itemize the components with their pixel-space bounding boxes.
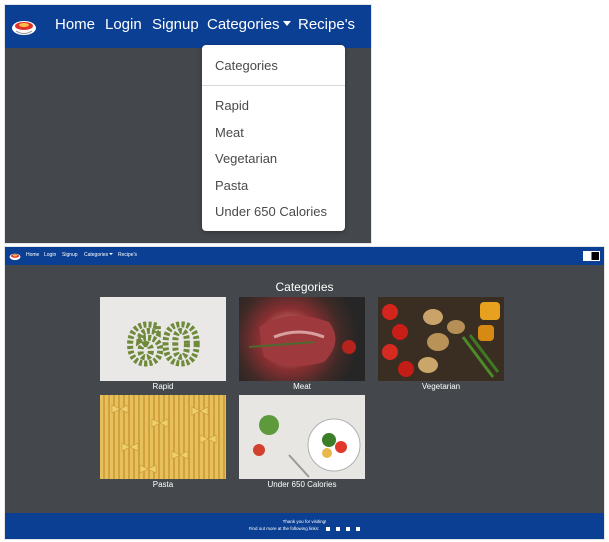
nav-categories-label: Categories (84, 252, 109, 258)
card-label[interactable]: Meat (239, 382, 365, 391)
nav-signup[interactable]: Signup (62, 252, 78, 258)
nav-login[interactable]: Login (105, 16, 142, 33)
navbar: Home Login Signup Categories Recipe's (5, 5, 371, 48)
vegetarian-image[interactable] (378, 297, 504, 381)
caret-down-icon (282, 21, 291, 26)
steak-illustration (248, 315, 356, 366)
nav-home[interactable]: Home (26, 252, 39, 258)
category-card-pasta[interactable]: Pasta (100, 395, 226, 489)
dropdown-divider (202, 85, 345, 86)
zoomed-navbar-view: Home Login Signup Categories Recipe's Ca… (4, 4, 372, 244)
dropdown-item-rapid[interactable]: Rapid (215, 98, 249, 113)
farfalle-illustration (111, 404, 217, 474)
salad-image[interactable] (239, 395, 365, 479)
footer-links-row: Find out more at the following links: (5, 526, 604, 531)
card-label[interactable]: Pasta (100, 480, 226, 489)
meat-image[interactable] (239, 297, 365, 381)
twitter-icon[interactable] (335, 526, 340, 531)
category-card-under-650[interactable]: Under 650 Calories (239, 395, 365, 489)
card-label[interactable]: Vegetarian (378, 382, 504, 391)
pasta-bowl-logo-icon[interactable] (11, 15, 37, 37)
category-card-meat[interactable]: Meat (239, 297, 365, 391)
nav-categories[interactable]: Categories (207, 16, 291, 33)
categories-dropdown: Categories Rapid Meat Vegetarian Pasta U… (202, 45, 345, 231)
rapid-image-text: 60 (127, 316, 199, 376)
salad-bowl-illustration (253, 415, 361, 478)
card-label[interactable]: Rapid (100, 382, 226, 391)
dropdown-item-meat[interactable]: Meat (215, 125, 244, 140)
full-page-view: Home Login Signup Categories Recipe's Ca… (4, 246, 605, 540)
vegetables-illustration (382, 302, 500, 378)
dropdown-item-vegetarian[interactable]: Vegetarian (215, 151, 277, 166)
dropdown-item-pasta[interactable]: Pasta (215, 178, 248, 193)
youtube-icon[interactable] (356, 526, 361, 531)
nav-home[interactable]: Home (55, 16, 95, 33)
nav-login[interactable]: Login (44, 252, 56, 258)
nav-categories-label: Categories (207, 16, 280, 33)
category-card-vegetarian[interactable]: Vegetarian (378, 297, 504, 391)
sixty-herbs-image: 60 (124, 313, 202, 379)
footer: Thank you for visiting! Find out more at… (5, 513, 604, 539)
pasta-bowl-logo-icon[interactable] (9, 251, 21, 261)
navbar-small: Home Login Signup Categories Recipe's (5, 247, 604, 265)
instagram-icon[interactable] (346, 526, 351, 531)
page-title: Categories (275, 280, 334, 294)
nav-recipes[interactable]: Recipe's (298, 16, 355, 33)
card-label[interactable]: Under 650 Calories (239, 480, 365, 489)
footer-find-more: Find out more at the following links: (248, 526, 320, 531)
dropdown-item-under-650[interactable]: Under 650 Calories (215, 204, 327, 219)
nav-categories[interactable]: Categories (84, 252, 114, 258)
dropdown-header[interactable]: Categories (215, 58, 278, 73)
footer-thanks: Thank you for visiting! (282, 519, 327, 524)
nav-recipes[interactable]: Recipe's (118, 252, 137, 258)
nav-signup[interactable]: Signup (152, 16, 199, 33)
category-card-rapid[interactable]: 60 Rapid (100, 297, 226, 391)
theme-toggle[interactable] (583, 251, 600, 261)
rapid-image[interactable]: 60 (100, 297, 226, 381)
facebook-icon[interactable] (325, 526, 330, 531)
pasta-image[interactable] (100, 395, 226, 479)
caret-down-icon (109, 253, 114, 255)
